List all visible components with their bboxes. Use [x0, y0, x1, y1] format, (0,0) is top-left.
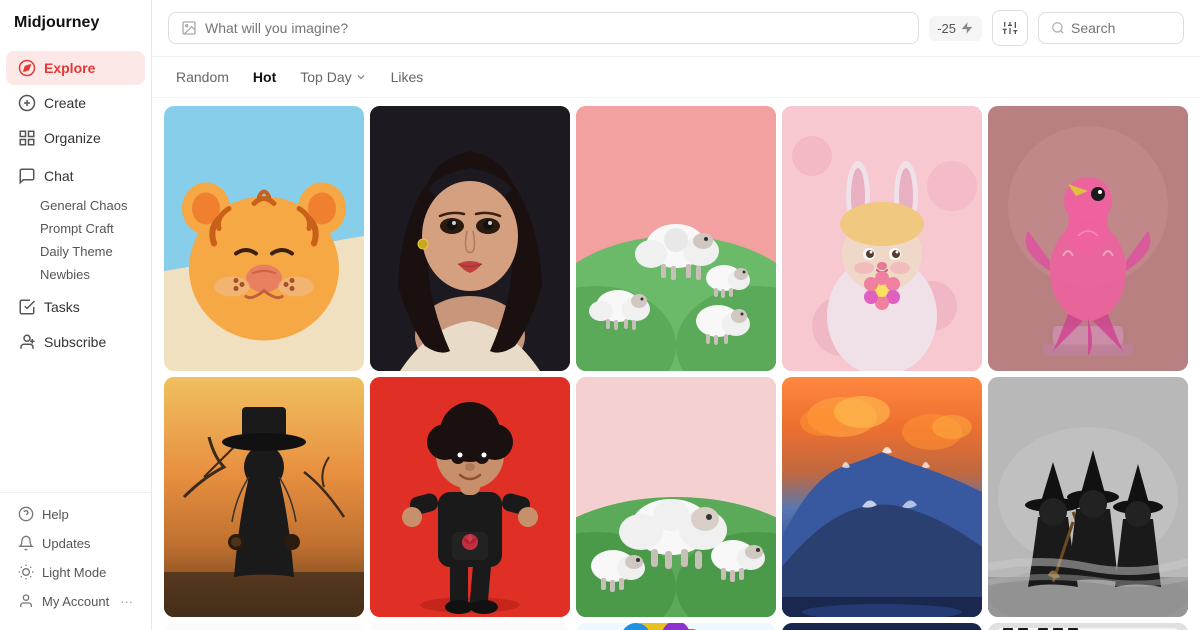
- app-logo: Midjourney: [0, 14, 151, 50]
- tab-random[interactable]: Random: [166, 65, 239, 89]
- sidebar-item-create[interactable]: Create: [6, 86, 145, 120]
- filter-tabs: Random Hot Top Day Likes: [152, 57, 1200, 98]
- search-bar[interactable]: [1038, 12, 1184, 44]
- compass-icon: [18, 59, 36, 77]
- imagine-input[interactable]: [205, 20, 906, 36]
- woman-art: [370, 106, 570, 371]
- imagine-bar[interactable]: [168, 12, 919, 44]
- account-menu-dots: ···: [120, 594, 133, 609]
- sidebar: Midjourney Explore Create Organize Chat …: [0, 0, 152, 630]
- organize-label: Organize: [44, 130, 101, 146]
- gallery-item-empty-2: [370, 623, 570, 630]
- bottom-right-preview: [988, 623, 1188, 630]
- sheep-art: [576, 106, 776, 371]
- main-content: -25 Random Hot Top Day Likes: [152, 0, 1200, 630]
- sidebar-item-tasks[interactable]: Tasks: [6, 290, 145, 324]
- gallery-item-bunny[interactable]: [782, 106, 982, 371]
- chat-icon: [18, 167, 36, 185]
- sidebar-item-subscribe[interactable]: Subscribe: [6, 325, 145, 359]
- fast-mode-icon: [960, 21, 974, 35]
- sidebar-item-light-mode[interactable]: Light Mode: [6, 558, 145, 586]
- bird-art: [988, 106, 1188, 371]
- gallery-item-bird[interactable]: [988, 106, 1188, 371]
- chat-sub-item-general-chaos[interactable]: General Chaos: [0, 194, 151, 217]
- sidebar-bottom: Help Updates Light Mode My Account ···: [0, 492, 151, 616]
- tab-top-day[interactable]: Top Day: [290, 65, 376, 89]
- gallery-item-mountains[interactable]: [782, 377, 982, 617]
- gallery-item-witches[interactable]: [988, 377, 1188, 617]
- tiger-art: [164, 106, 364, 371]
- mountains-art: [782, 377, 982, 617]
- gallery-item-sheep[interactable]: [576, 106, 776, 371]
- credits-badge: -25: [929, 16, 982, 41]
- image-icon: [181, 20, 197, 36]
- subscribe-label: Subscribe: [44, 334, 106, 350]
- top-bar: -25: [152, 0, 1200, 57]
- chat-sub-item-newbies[interactable]: Newbies: [0, 263, 151, 286]
- account-label: My Account: [42, 594, 112, 609]
- user-icon: [18, 593, 34, 609]
- sidebar-item-updates[interactable]: Updates: [6, 529, 145, 557]
- credits-value: -25: [937, 21, 956, 36]
- subscribe-icon: [18, 333, 36, 351]
- gallery-item-mountains-extra[interactable]: [782, 623, 982, 630]
- gallery-row-1: [164, 106, 1188, 371]
- gallery-item-cartoon-boy[interactable]: [370, 377, 570, 617]
- search-input[interactable]: [1071, 20, 1171, 36]
- tab-likes[interactable]: Likes: [381, 65, 434, 89]
- chat-section: Chat General Chaos Prompt Craft Daily Th…: [0, 159, 151, 286]
- explore-label: Explore: [44, 60, 95, 76]
- sun-icon: [18, 564, 34, 580]
- gallery-item-scarecrow[interactable]: [164, 377, 364, 617]
- chat-header[interactable]: Chat: [6, 159, 145, 193]
- sidebar-item-explore[interactable]: Explore: [6, 51, 145, 85]
- gallery: [152, 98, 1200, 630]
- create-label: Create: [44, 95, 86, 111]
- cartoon-boy-art: [370, 377, 570, 617]
- chat-sub-item-daily-theme[interactable]: Daily Theme: [0, 240, 151, 263]
- light-mode-label: Light Mode: [42, 565, 106, 580]
- bunny-art: [782, 106, 982, 371]
- gallery-item-flowers[interactable]: [576, 623, 776, 630]
- tune-button[interactable]: [992, 10, 1028, 46]
- gallery-item-woman[interactable]: [370, 106, 570, 371]
- sidebar-nav: Explore Create Organize Chat General Cha…: [0, 50, 151, 492]
- scarecrow-art: [164, 377, 364, 617]
- tab-hot[interactable]: Hot: [243, 65, 286, 89]
- gallery-item-tiger[interactable]: [164, 106, 364, 371]
- tasks-label: Tasks: [44, 299, 80, 315]
- sidebar-item-help[interactable]: Help: [6, 500, 145, 528]
- flowers-preview: [576, 623, 776, 630]
- sidebar-item-account[interactable]: My Account ···: [6, 587, 145, 615]
- sidebar-item-organize[interactable]: Organize: [6, 121, 145, 155]
- updates-label: Updates: [42, 536, 90, 551]
- search-icon: [1051, 21, 1065, 35]
- create-icon: [18, 94, 36, 112]
- gallery-row-2: [164, 377, 1188, 617]
- more-sheep-art: [576, 377, 776, 617]
- gallery-item-bottom-right[interactable]: [988, 623, 1188, 630]
- tasks-icon: [18, 298, 36, 316]
- bell-icon: [18, 535, 34, 551]
- chat-sub-item-prompt-craft[interactable]: Prompt Craft: [0, 217, 151, 240]
- gallery-row-3-partial: [164, 623, 1188, 630]
- witches-art: [988, 377, 1188, 617]
- help-label: Help: [42, 507, 69, 522]
- gallery-item-more-sheep[interactable]: [576, 377, 776, 617]
- gallery-item-empty-1: [164, 623, 364, 630]
- organize-icon: [18, 129, 36, 147]
- chat-label: Chat: [44, 168, 74, 184]
- help-icon: [18, 506, 34, 522]
- sliders-icon: [1002, 20, 1018, 36]
- chevron-down-icon: [355, 71, 367, 83]
